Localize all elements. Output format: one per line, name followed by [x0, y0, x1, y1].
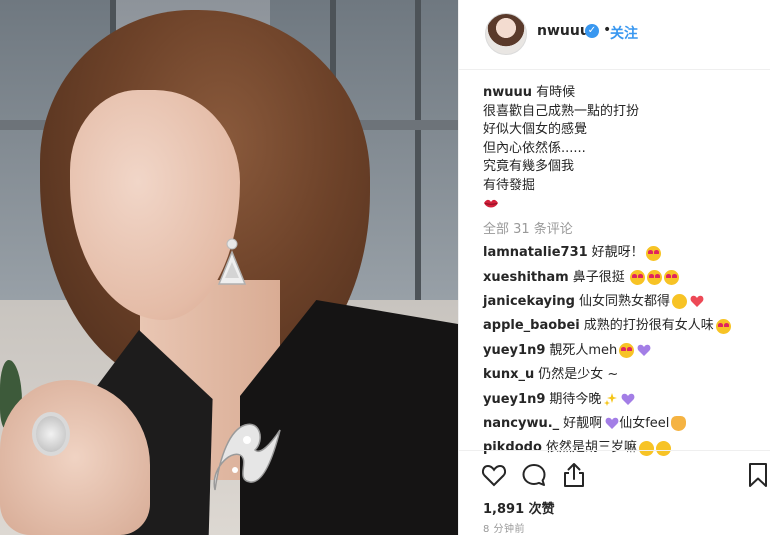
comment-text: 靚死人meh: [549, 342, 618, 358]
share-icon[interactable]: [561, 462, 587, 488]
comment-text: 成熟的打扮很有女人味: [583, 318, 714, 334]
comment-text: 好靚呀！: [591, 245, 644, 261]
smile-emoji-icon: [672, 294, 687, 310]
comment-item: apple_baobei 成熟的打扮很有女人味: [483, 314, 763, 338]
cat-heart-eyes-emoji-icon: [671, 416, 687, 432]
comment-item: xueshitham 鼻子很挺: [483, 265, 763, 289]
comment-username[interactable]: lamnatalie731: [483, 244, 588, 262]
caption-line: 但內心依然係......: [483, 140, 586, 156]
kiss-lips-icon: [484, 199, 498, 208]
caption-username[interactable]: nwuuu: [483, 85, 532, 100]
comment-item: yuey1n9 靚死人meh: [483, 339, 763, 363]
purple-heart-icon: [637, 345, 651, 357]
heart-eyes-emoji-icon: [646, 270, 662, 286]
heart-outline-icon[interactable]: [481, 462, 507, 488]
comment-text: 仙女同熟女都得: [578, 293, 670, 309]
red-heart-icon: [690, 296, 704, 308]
caption-line: 有時候: [536, 85, 576, 100]
comment-item: nancywu._ 好靓啊 仙女feel: [483, 412, 763, 436]
heart-eyes-emoji-icon: [663, 270, 679, 286]
comment-text: 仙女feel: [619, 415, 670, 431]
comment-username[interactable]: xueshitham: [483, 269, 569, 287]
comment-text: 期待今晚: [549, 391, 602, 407]
follow-button[interactable]: 关注: [610, 23, 638, 43]
like-count[interactable]: 1,891 次赞: [483, 498, 555, 517]
photo-ring: [32, 412, 70, 456]
heart-eyes-emoji-icon: [715, 318, 731, 334]
post-header: nwuuu ✓ • 关注: [459, 0, 770, 70]
comment-username[interactable]: nancywu._: [483, 415, 559, 433]
verified-badge-icon: ✓: [585, 24, 599, 38]
photo-brooch: [213, 423, 281, 491]
heart-eyes-emoji-icon: [629, 270, 645, 286]
author-username[interactable]: nwuuu: [537, 23, 590, 39]
instagram-post: nwuuu ✓ • 关注 nwuuu 有時候 很喜歡自己成熟一點的打扮 好似大個…: [0, 0, 770, 535]
comment-username[interactable]: kunx_u: [483, 366, 534, 384]
comment-item: kunx_u 仍然是少女 ~: [483, 363, 763, 387]
post-caption: nwuuu 有時候 很喜歡自己成熟一點的打扮 好似大個女的感覺 但內心依然係..…: [483, 84, 753, 217]
heart-eyes-emoji-icon: [645, 245, 661, 261]
comment-text: 鼻子很挺: [572, 269, 625, 285]
photo-earring: [217, 238, 247, 285]
avatar[interactable]: [485, 13, 527, 55]
comment-item: lamnatalie731 好靚呀！: [483, 241, 763, 265]
post-sidebar: nwuuu ✓ • 关注 nwuuu 有時候 很喜歡自己成熟一點的打扮 好似大個…: [458, 0, 770, 535]
caption-line: 很喜歡自己成熟一點的打扮: [483, 103, 640, 119]
comment-username[interactable]: yuey1n9: [483, 342, 545, 360]
comment-bubble-icon[interactable]: [521, 462, 547, 488]
heart-eyes-emoji-icon: [619, 343, 635, 359]
comment-text: 仍然是少女 ~: [538, 367, 619, 383]
caption-line: 究竟有幾多個我: [483, 159, 575, 174]
view-all-comments-link[interactable]: 全部 31 条评论: [483, 218, 573, 237]
comment-item: yuey1n9 期待今晚: [483, 387, 763, 411]
comment-text: 好靓啊: [563, 415, 603, 431]
sparkles-icon: [604, 393, 618, 407]
bookmark-icon[interactable]: [747, 462, 769, 488]
photo-window-frame: [415, 0, 421, 320]
caption-line: 好似大個女的感覺: [483, 122, 588, 137]
caption-line: 有待發掘: [483, 177, 536, 193]
comment-username[interactable]: yuey1n9: [483, 391, 545, 409]
post-actions: 1,891 次赞 8 分钟前: [459, 450, 770, 535]
purple-heart-icon: [605, 418, 619, 430]
comment-username[interactable]: janicekaying: [483, 293, 575, 311]
comment-username[interactable]: apple_baobei: [483, 317, 580, 335]
comment-item: janicekaying 仙女同熟女都得: [483, 290, 763, 314]
post-photo[interactable]: [0, 0, 458, 535]
purple-heart-icon: [621, 393, 635, 406]
comment-list: lamnatalie731 好靚呀！ xueshitham 鼻子很挺 janic…: [483, 241, 763, 461]
post-timestamp[interactable]: 8 分钟前: [483, 520, 525, 535]
